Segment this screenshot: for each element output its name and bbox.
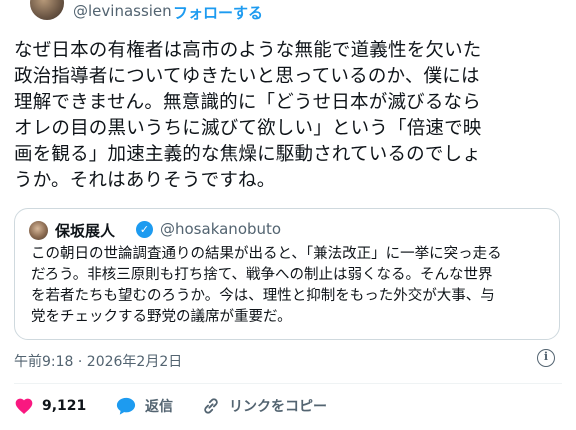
quoted-text-line: この朝日の世論調査通りの結果が出ると、「兼法改正」に一挙に突っ走る (31, 246, 502, 262)
info-icon[interactable]: i (537, 349, 555, 367)
reply-label: 返信 (145, 399, 173, 415)
verified-badge-icon: ✓ (136, 221, 153, 238)
heart-icon (14, 396, 34, 416)
quoted-text-line: を若者たちも望むのろうか。今は、理性と抑制をもった外交が大事、与 (31, 288, 495, 304)
author-handle[interactable]: @levinassien (73, 2, 172, 20)
like-count: 9,121 (42, 398, 87, 414)
tweet-text-line: なぜ日本の有権者は高市のような無能で道義性を欠いた (14, 40, 482, 61)
reply-button[interactable]: 返信 (115, 395, 173, 417)
tweet-timestamp[interactable]: 午前9:18 · 2026年2月2日 (14, 351, 182, 371)
tweet-text-line: 理解できません。無意識的に「どうせ日本が滅びるなら (14, 92, 481, 113)
quoted-tweet-card[interactable]: 保坂展人 ✓ @hosakanobuto この朝日の世論調査通りの結果が出ると、… (14, 208, 560, 340)
tweet-header: @levinassien · フォローする (0, 0, 576, 26)
tweet-text-line: 政治指導者についてゆきたいと思っているのか、僕には (14, 66, 480, 87)
divider (14, 383, 562, 384)
quoted-author-name: 保坂展人 (55, 222, 116, 240)
link-icon (201, 396, 221, 416)
copy-link-button[interactable]: リンクをコピー (201, 395, 327, 417)
author-avatar[interactable] (30, 0, 64, 20)
header-separator: · (162, 2, 167, 20)
quoted-author-avatar (29, 221, 48, 240)
action-bar: 9,121 返信 リンクをコピー (0, 395, 576, 419)
copy-link-label: リンクをコピー (229, 399, 327, 415)
quoted-tweet-text: この朝日の世論調査通りの結果が出ると、「兼法改正」に一挙に突っ走る だろう。非核… (31, 244, 551, 328)
like-button[interactable]: 9,121 (14, 395, 86, 417)
tweet-text-line: 画を観る」加速主義的な焦燥に駆動されているのでしょ (14, 144, 481, 165)
tweet-text-line: オレの目の黒いうちに滅びて欲しい」という「倍速で映 (14, 118, 482, 139)
tweet-text-line: うか。それはありそうですね。 (14, 170, 276, 191)
reply-bubble-icon (115, 396, 137, 416)
follow-button[interactable]: フォローする (173, 2, 263, 23)
quoted-text-line: 党をチェックする野党の議席が重要だ。 (31, 309, 292, 325)
tweet-text: なぜ日本の有権者は高市のような無能で道義性を欠いた 政治指導者についてゆきたいと… (14, 38, 570, 194)
quoted-text-line: だろう。非核三原則も打ち捨て、戦争への制止は弱くなる。そんな世界 (31, 267, 493, 283)
quoted-author-handle: @hosakanobuto (160, 220, 282, 238)
